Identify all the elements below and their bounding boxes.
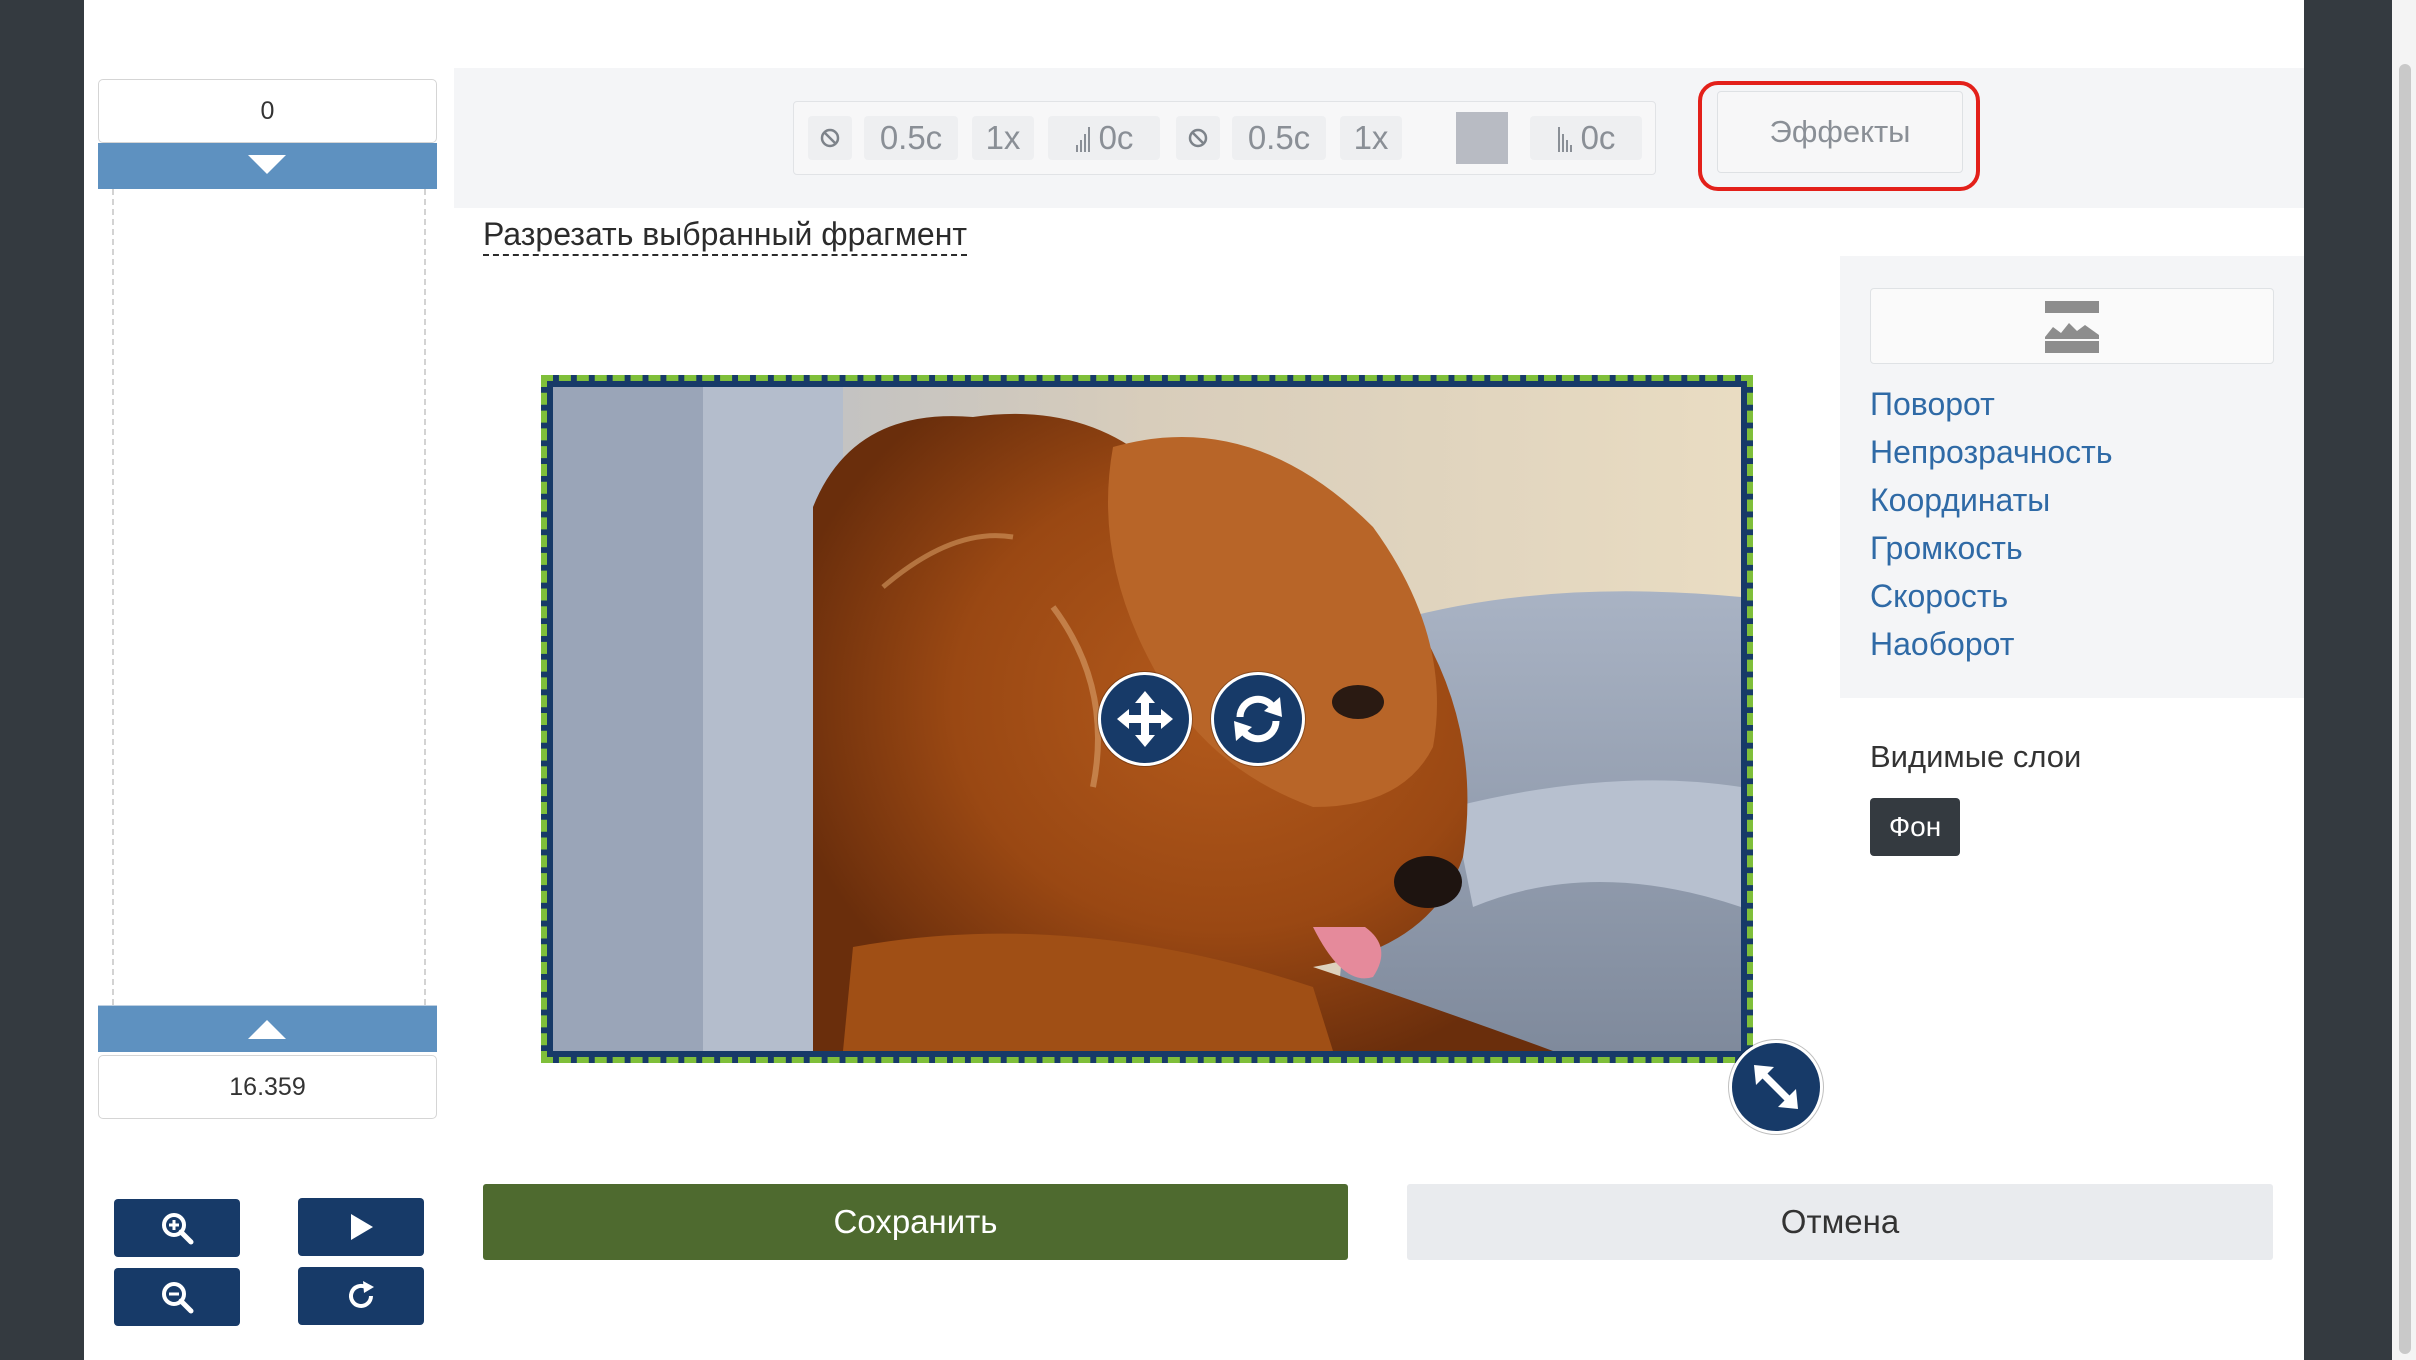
volume-in-label: 0с: [1098, 119, 1134, 156]
zoom-out-button[interactable]: [114, 1268, 240, 1326]
chevron-up-icon: [248, 1020, 286, 1039]
volume-in[interactable]: 0с: [1048, 116, 1160, 160]
prop-opacity-link[interactable]: Непрозрачность: [1870, 432, 2113, 472]
volume-bars-icon: [1075, 127, 1090, 152]
save-button[interactable]: Сохранить: [483, 1184, 1348, 1260]
volume-out[interactable]: 0с: [1530, 116, 1642, 160]
rotate-handle[interactable]: [1211, 672, 1305, 766]
cut-selection-link[interactable]: Разрезать выбранный фрагмент: [483, 214, 968, 256]
transition-toolbar: 0.5с 1x 0с 0.5с 1x 0с: [793, 101, 1656, 175]
layer-chip-background[interactable]: Фон: [1870, 798, 1960, 856]
zoom-in-icon: [162, 1213, 194, 1245]
fade-out-duration[interactable]: 0.5с: [1232, 116, 1326, 160]
fade-in-speed[interactable]: 1x: [972, 116, 1034, 160]
move-handle[interactable]: [1098, 672, 1192, 766]
range-end-input[interactable]: 16.359: [98, 1055, 437, 1119]
effects-highlight-ring: [1698, 81, 1980, 191]
color-swatch[interactable]: [1456, 112, 1508, 164]
prop-rotation-link[interactable]: Поворот: [1870, 384, 1995, 424]
layer-thumbnail-box[interactable]: [1870, 288, 2274, 364]
range-start-input[interactable]: 0: [98, 79, 437, 143]
zoom-in-button[interactable]: [114, 1199, 240, 1257]
scrollbar[interactable]: [2392, 0, 2416, 1360]
chevron-down-icon: [248, 155, 286, 174]
rotate-icon: [1234, 695, 1282, 743]
cancel-button[interactable]: Отмена: [1407, 1184, 2273, 1260]
range-end-handle[interactable]: [98, 1005, 437, 1052]
range-track[interactable]: [112, 189, 426, 1005]
move-icon: [1117, 691, 1173, 747]
resize-handle[interactable]: [1729, 1040, 1823, 1134]
replay-icon: [349, 1281, 374, 1308]
fade-out-toggle[interactable]: [1176, 116, 1220, 160]
prop-volume-link[interactable]: Громкость: [1870, 528, 2023, 568]
prop-reverse-link[interactable]: Наоборот: [1870, 624, 2014, 664]
play-button[interactable]: [298, 1198, 424, 1256]
fade-in-duration[interactable]: 0.5с: [864, 116, 958, 160]
no-fade-icon: [1188, 128, 1208, 148]
prop-coordinates-link[interactable]: Координаты: [1870, 480, 2050, 520]
volume-out-label: 0с: [1580, 119, 1616, 156]
volume-bars-icon: [1557, 127, 1572, 152]
scrollbar-thumb[interactable]: [2399, 64, 2411, 1354]
visible-layers-title: Видимые слои: [1870, 739, 2082, 774]
range-start-handle[interactable]: [98, 143, 437, 189]
replay-button[interactable]: [298, 1267, 424, 1325]
resize-icon: [1754, 1065, 1798, 1109]
fade-out-speed[interactable]: 1x: [1340, 116, 1402, 160]
zoom-out-icon: [162, 1282, 194, 1314]
layers-icon: [2045, 301, 2099, 353]
no-fade-icon: [820, 128, 840, 148]
prop-speed-link[interactable]: Скорость: [1870, 576, 2008, 616]
play-icon: [351, 1214, 373, 1240]
fade-in-toggle[interactable]: [808, 116, 852, 160]
